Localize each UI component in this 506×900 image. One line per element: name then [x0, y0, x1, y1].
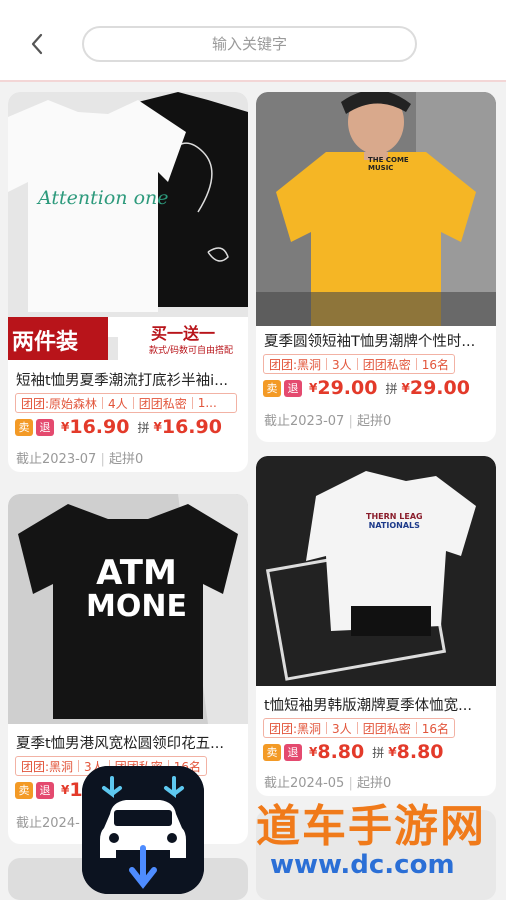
tag-group: 团团:原始森林 — [21, 396, 98, 411]
tag-private: 团团私密 — [362, 357, 411, 372]
tag-group: 团团:黑洞 — [269, 721, 322, 736]
currency-symbol: ¥ — [309, 381, 318, 395]
price-row: 卖 退 ¥ 1 — [15, 779, 83, 801]
car-download-icon — [82, 766, 204, 894]
price: 16.90 — [69, 416, 130, 438]
currency-symbol: ¥ — [388, 745, 397, 759]
price-row: 卖 退 ¥ 16.90 拼 ¥ 16.90 — [15, 416, 222, 438]
deadline: 截止2024- — [16, 816, 80, 831]
currency-symbol: ¥ — [61, 783, 70, 797]
group-start: 起拼0 — [356, 414, 392, 429]
group-tags: 团团:原始森林 4人 团团私密 1... — [15, 393, 237, 413]
currency-symbol: ¥ — [401, 381, 410, 395]
pin-label: 拼 — [372, 745, 385, 760]
currency-symbol: ¥ — [153, 420, 162, 434]
search-input[interactable]: 输入关键字 — [82, 26, 417, 62]
banner-left: 两件装 — [12, 330, 79, 355]
price: 1 — [69, 779, 83, 801]
pin-label: 拼 — [137, 420, 150, 435]
watermark-text: 道车手游网 — [256, 801, 486, 852]
banner-right: 买一送一 — [151, 324, 216, 343]
sell-badge: 卖 — [15, 418, 33, 436]
sell-badge: 卖 — [263, 743, 281, 761]
deadline: 截止2024-05 — [264, 776, 345, 791]
divider — [0, 80, 506, 82]
deadline: 截止2023-07 — [16, 452, 97, 467]
product-title: t恤短袖男韩版潮牌夏季体恤宽... — [264, 698, 473, 714]
sell-badge: 卖 — [15, 781, 33, 799]
product-card[interactable]: THE COME MUSIC 夏季圆领短袖T恤男潮牌个性时... 团团:黑洞 3… — [256, 92, 496, 442]
price-row: 卖 退 ¥ 29.00 拼 ¥ 29.00 — [263, 377, 470, 399]
tag-group: 团团:黑洞 — [269, 357, 322, 372]
deadline: 截止2023-07 — [264, 414, 345, 429]
banner-sub: 款式/码数可自由搭配 — [149, 346, 234, 356]
group-price: 8.80 — [396, 741, 444, 763]
tag-group: 团团:黑洞 — [21, 759, 74, 774]
shirt-print-text: Attention one — [38, 187, 169, 209]
watermark-url: www.dc.com — [270, 850, 455, 880]
currency-symbol: ¥ — [309, 745, 318, 759]
group-start: 起拼0 — [108, 452, 144, 467]
tag-count: 4人 — [108, 396, 128, 411]
product-card[interactable]: THERN LEAG NATIONALS t恤短袖男韩版潮牌夏季体恤宽... 团… — [256, 456, 496, 796]
tag-count: 3人 — [332, 721, 352, 736]
tag-private: 团团私密 — [362, 721, 411, 736]
return-badge: 退 — [284, 743, 302, 761]
shirt-print-text: THE COME MUSIC — [368, 156, 409, 172]
watermark: 道车手游网 www.dc.com — [256, 790, 506, 900]
app-logo-overlay — [82, 766, 204, 894]
deadline-row: 截止2023-07 | 起拼0 — [264, 414, 392, 429]
shirt-print-text: THERN LEAG NATIONALS — [366, 512, 423, 530]
deadline-row: 截止2024-05 | 起拼0 — [264, 776, 392, 791]
pin-label: 拼 — [385, 381, 398, 396]
return-badge: 退 — [36, 418, 54, 436]
shirt-print-text: ATM MONE — [86, 553, 187, 624]
product-image: THE COME MUSIC — [256, 92, 496, 326]
group-price: 29.00 — [409, 377, 470, 399]
top-bar: 输入关键字 — [0, 0, 506, 80]
return-badge: 退 — [284, 379, 302, 397]
price-row: 卖 退 ¥ 8.80 拼 ¥ 8.80 — [263, 741, 444, 763]
product-image: Attention one 两件装 买一送一 款式/码数可自由搭配 — [8, 92, 248, 360]
product-title: 夏季圆领短袖T恤男潮牌个性时... — [264, 334, 476, 350]
price: 8.80 — [317, 741, 365, 763]
deadline-row: 截止2024- — [16, 812, 80, 831]
back-button[interactable] — [24, 30, 52, 58]
tag-rank: 16名 — [421, 357, 449, 372]
sell-badge: 卖 — [263, 379, 281, 397]
currency-symbol: ¥ — [61, 420, 70, 434]
group-start: 起拼0 — [356, 776, 392, 791]
tag-rank: 16名 — [421, 721, 449, 736]
tag-private: 团团私密 — [138, 396, 187, 411]
tag-rank: 1... — [197, 396, 217, 410]
chevron-left-icon — [31, 33, 43, 55]
product-image: THERN LEAG NATIONALS — [256, 456, 496, 686]
price: 29.00 — [317, 377, 378, 399]
product-title: 夏季t恤男港风宽松圆领印花五... — [16, 736, 225, 752]
group-tags: 团团:黑洞 3人 团团私密 16名 — [263, 354, 455, 374]
group-tags: 团团:黑洞 3人 团团私密 16名 — [263, 718, 455, 738]
tag-count: 3人 — [332, 357, 352, 372]
return-badge: 退 — [36, 781, 54, 799]
product-title: 短袖t恤男夏季潮流打底衫半袖i... — [16, 373, 229, 389]
product-card[interactable]: Attention one 两件装 买一送一 款式/码数可自由搭配 短袖t恤男夏… — [8, 92, 248, 472]
group-price: 16.90 — [161, 416, 222, 438]
deadline-row: 截止2023-07 | 起拼0 — [16, 452, 144, 467]
search-placeholder: 输入关键字 — [211, 35, 287, 53]
product-image: ATM MONE — [8, 494, 248, 724]
